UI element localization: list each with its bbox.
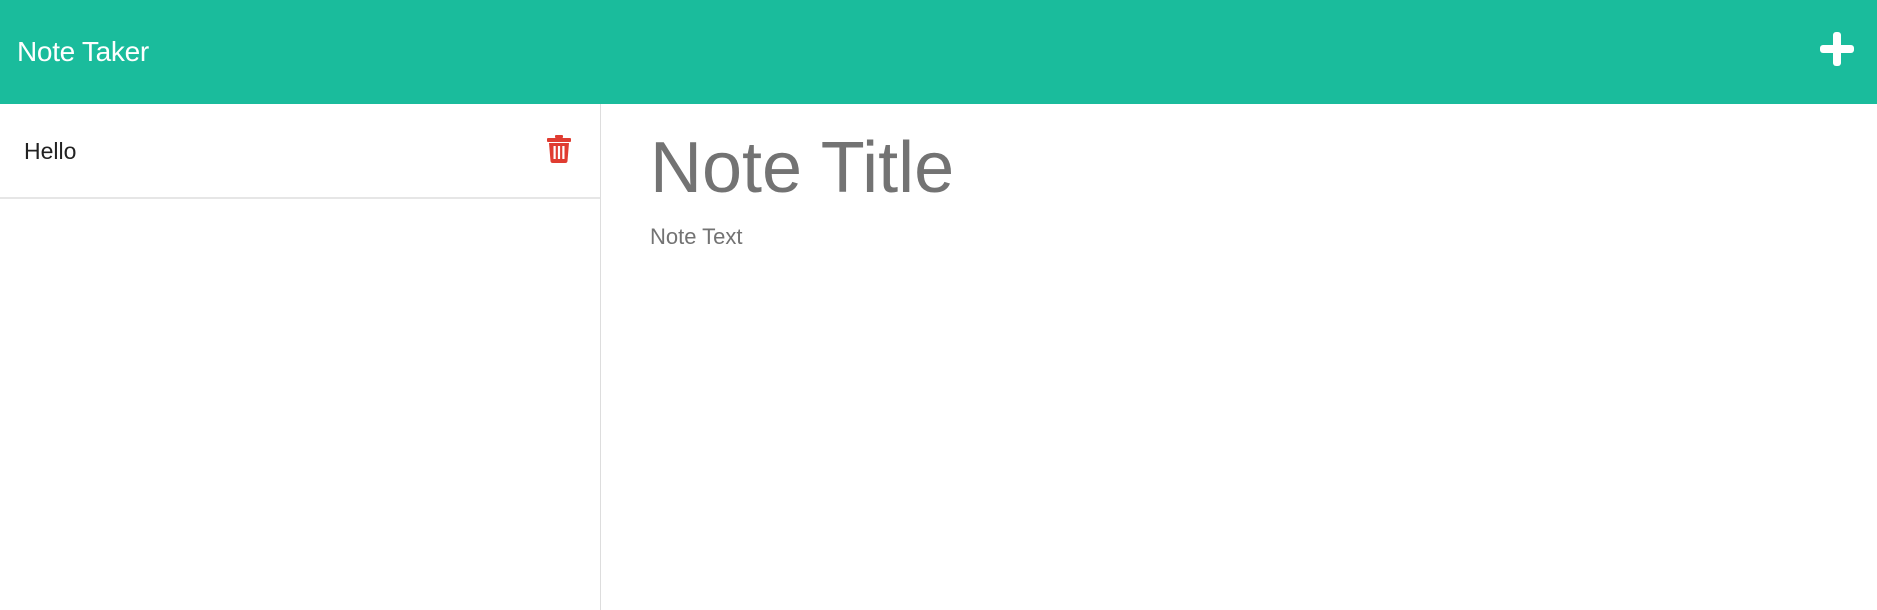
trash-icon [547, 135, 571, 163]
new-note-button[interactable] [1815, 27, 1859, 71]
note-list-panel: Hello [0, 104, 601, 610]
delete-note-button[interactable] [546, 135, 572, 163]
note-title-input[interactable] [650, 124, 1850, 212]
list-item[interactable]: Hello [0, 104, 600, 199]
plus-icon [1820, 32, 1854, 66]
note-item-title: Hello [24, 137, 77, 164]
note-list: Hello [0, 104, 600, 199]
navbar: Note Taker [0, 0, 1877, 104]
main-container: Hello [0, 104, 1877, 610]
note-editor [601, 104, 1877, 610]
note-text-area[interactable] [650, 224, 1850, 524]
app-title[interactable]: Note Taker [17, 36, 149, 68]
